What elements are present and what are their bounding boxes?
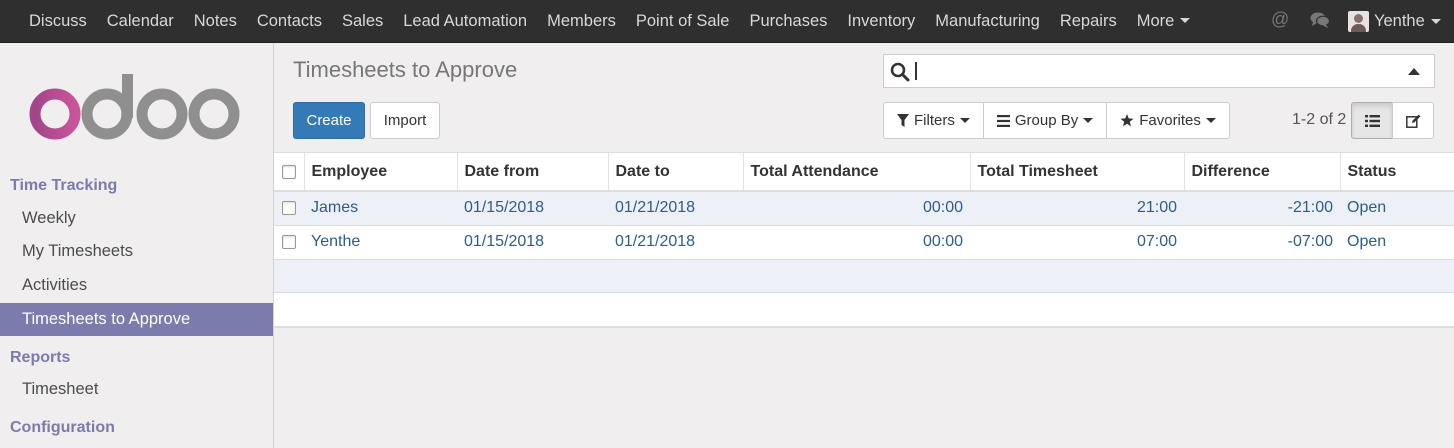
star-icon [1120, 114, 1134, 127]
select-all-checkbox[interactable] [281, 164, 296, 179]
menu-calendar[interactable]: Calendar [97, 0, 184, 42]
filters-button[interactable]: Filters [883, 102, 984, 139]
menu-discuss[interactable]: Discuss [19, 0, 97, 42]
avatar [1348, 10, 1369, 32]
menu-repairs[interactable]: Repairs [1050, 0, 1127, 42]
mentions-icon[interactable]: @ [1271, 9, 1289, 29]
sidebar: odoo Time Tracking Weekly My Timesheets … [0, 43, 274, 448]
content-background [274, 336, 1454, 448]
list-icon [1364, 114, 1380, 127]
menu-manufacturing[interactable]: Manufacturing [925, 0, 1050, 42]
page-title: Timesheets to Approve [293, 57, 518, 82]
group-by-label: Group By [1014, 112, 1079, 129]
menu-more[interactable]: More [1127, 0, 1201, 42]
total-attendance-cell[interactable]: 00:00 [743, 190, 970, 225]
select-all-cell[interactable] [274, 153, 304, 192]
caret-down-icon [1180, 18, 1191, 23]
filters-label: Filters [914, 112, 955, 129]
chat-icon[interactable] [1310, 11, 1330, 29]
row-checkbox[interactable] [282, 201, 296, 216]
menu-more-label: More [1136, 12, 1175, 30]
table-row[interactable]: James 01/15/2018 01/21/2018 00:00 21:00 … [274, 190, 1454, 225]
date-from-cell[interactable]: 01/15/2018 [457, 224, 608, 259]
menu-lead-automation[interactable]: Lead Automation [393, 0, 537, 42]
empty-row [274, 291, 1454, 325]
sidebar-item-my-timesheets[interactable]: My Timesheets [0, 235, 273, 268]
column-header-difference[interactable]: Difference [1183, 153, 1340, 192]
empty-cell [274, 258, 1454, 292]
app-menu: Discuss Calendar Notes Contacts Sales Le… [19, 0, 1200, 42]
sidebar-item-activities[interactable]: Activities [0, 269, 273, 302]
menu-members[interactable]: Members [537, 0, 626, 42]
column-header-total-attendance[interactable]: Total Attendance [742, 153, 970, 192]
menu-notes[interactable]: Notes [184, 0, 247, 42]
employee-cell[interactable]: Yenthe [304, 224, 457, 259]
table-header-row: Employee Date from Date to Total Attenda… [274, 153, 1454, 192]
difference-cell[interactable]: -07:00 [1184, 224, 1340, 259]
column-header-date-from[interactable]: Date from [456, 153, 608, 192]
odoo-logo: odoo [29, 74, 240, 141]
user-name: Yenthe [1374, 11, 1425, 30]
logo-text: odoo [29, 139, 32, 141]
bars-icon [996, 114, 1010, 127]
column-header-employee[interactable]: Employee [303, 153, 457, 192]
search-options: Filters Group By Favorites [883, 102, 1230, 139]
group-by-button[interactable]: Group By [982, 102, 1108, 139]
section-time-tracking[interactable]: Time Tracking [10, 177, 117, 195]
caret-up-icon[interactable] [1408, 68, 1420, 75]
list-view-button[interactable] [1351, 102, 1393, 139]
menu-point-of-sale[interactable]: Point of Sale [626, 0, 740, 42]
user-menu[interactable]: Yenthe [1348, 0, 1441, 42]
date-from-cell[interactable]: 01/15/2018 [457, 190, 608, 225]
edit-icon [1405, 114, 1420, 128]
column-header-date-to[interactable]: Date to [607, 153, 743, 192]
row-checkbox[interactable] [282, 235, 296, 249]
total-timesheet-cell[interactable]: 21:00 [970, 190, 1184, 225]
menu-purchases[interactable]: Purchases [739, 0, 837, 42]
search-bar[interactable] [883, 54, 1435, 88]
total-attendance-cell[interactable]: 00:00 [743, 224, 970, 259]
row-select-cell[interactable] [274, 224, 304, 259]
column-header-status[interactable]: Status [1339, 153, 1454, 192]
form-view-button[interactable] [1392, 102, 1434, 139]
empty-cell [274, 291, 1454, 325]
import-button[interactable]: Import [370, 102, 440, 139]
caret-down-icon [959, 118, 970, 123]
menu-inventory[interactable]: Inventory [837, 0, 925, 42]
difference-cell[interactable]: -21:00 [1184, 190, 1340, 225]
menu-contacts[interactable]: Contacts [247, 0, 332, 42]
search-input[interactable] [914, 60, 1394, 82]
caret-down-icon [1430, 18, 1441, 24]
employee-cell[interactable]: James [304, 190, 457, 225]
sidebar-item-timesheets-to-approve[interactable]: Timesheets to Approve [0, 303, 273, 336]
sidebar-item-timesheet-report[interactable]: Timesheet [0, 373, 273, 406]
section-reports[interactable]: Reports [10, 349, 70, 367]
favorites-label: Favorites [1139, 112, 1201, 129]
favorites-button[interactable]: Favorites [1106, 102, 1230, 139]
date-to-cell[interactable]: 01/21/2018 [608, 190, 743, 225]
caret-down-icon [1083, 118, 1094, 123]
filter-icon [897, 114, 909, 127]
status-cell[interactable]: Open [1340, 190, 1454, 225]
table-row[interactable]: Yenthe 01/15/2018 01/21/2018 00:00 07:00… [274, 224, 1454, 259]
empty-row [274, 258, 1454, 292]
row-select-cell[interactable] [274, 190, 304, 225]
total-timesheet-cell[interactable]: 07:00 [970, 224, 1184, 259]
top-navbar: Discuss Calendar Notes Contacts Sales Le… [0, 0, 1454, 43]
search-icon [890, 62, 910, 82]
timesheets-table: Employee Date from Date to Total Attenda… [274, 153, 1454, 325]
date-to-cell[interactable]: 01/21/2018 [608, 224, 743, 259]
create-button[interactable]: Create [293, 102, 365, 139]
column-header-total-timesheet[interactable]: Total Timesheet [969, 153, 1184, 192]
sidebar-item-weekly[interactable]: Weekly [0, 202, 273, 235]
caret-down-icon [1205, 118, 1216, 123]
menu-sales[interactable]: Sales [332, 0, 393, 42]
status-cell[interactable]: Open [1340, 224, 1454, 259]
pager-value[interactable]: 1-2 of 2 [1292, 111, 1346, 129]
list-view: Employee Date from Date to Total Attenda… [274, 152, 1454, 328]
section-configuration[interactable]: Configuration [10, 419, 115, 437]
